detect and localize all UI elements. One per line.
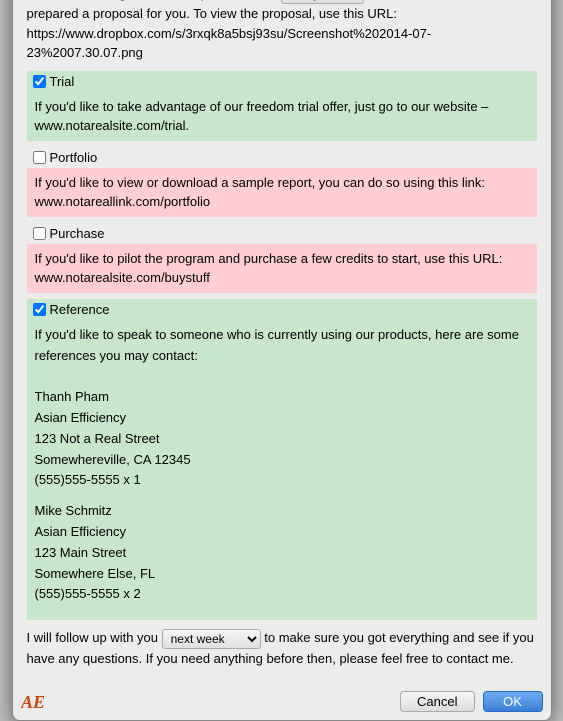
ref2-address: 123 Main Street: [35, 543, 529, 564]
footer-paragraph: I will follow up with you next week tomo…: [27, 628, 537, 668]
ref1-address: 123 Not a Real Street: [35, 429, 529, 450]
intro-paragraph: Thanks for taking the time to speak with…: [27, 0, 537, 63]
footer-line1: I will follow up with you: [27, 630, 159, 645]
reference-checkbox[interactable]: [33, 303, 46, 316]
purchase-label: Purchase: [50, 226, 105, 241]
intro-line2: . As we discussed, I've prepared a propo…: [27, 0, 498, 60]
portfolio-header: Portfolio: [27, 147, 537, 168]
reference-label: Reference: [50, 302, 110, 317]
reference-2: Mike Schmitz Asian Efficiency 123 Main S…: [35, 501, 529, 605]
purchase-section: Purchase If you'd like to pilot the prog…: [27, 223, 537, 293]
trial-label: Trial: [50, 74, 75, 89]
dialog-buttons: Cancel OK: [400, 691, 542, 712]
reference-header: Reference: [27, 299, 537, 320]
purchase-text: If you'd like to pilot the program and p…: [35, 251, 503, 286]
ref1-name: Thanh Pham: [35, 387, 529, 408]
references-container: If you'd like to speak to someone who is…: [35, 325, 529, 605]
ref2-name: Mike Schmitz: [35, 501, 529, 522]
intro-line1: Thanks for taking the time to speak with…: [27, 0, 278, 1]
portfolio-body: If you'd like to view or download a samp…: [27, 168, 537, 217]
reference-body: If you'd like to speak to someone who is…: [27, 320, 537, 620]
button-bar: AE Cancel OK: [13, 684, 551, 720]
portfolio-label: Portfolio: [50, 150, 98, 165]
ae-logo: AE: [21, 690, 51, 712]
trial-body: If you'd like to take advantage of our f…: [27, 92, 537, 141]
portfolio-checkbox[interactable]: [33, 151, 46, 164]
main-window: TextExpander — Follow Up (Mail) Hi , Tha…: [12, 0, 552, 721]
trial-header: Trial: [27, 71, 537, 92]
purchase-header: Purchase: [27, 223, 537, 244]
ref1-phone: (555)555-5555 x 1: [35, 470, 529, 491]
reference-1: Thanh Pham Asian Efficiency 123 Not a Re…: [35, 387, 529, 491]
trial-section: Trial If you'd like to take advantage of…: [27, 71, 537, 141]
ref1-city: Somewhereville, CA 12345: [35, 450, 529, 471]
purchase-body: If you'd like to pilot the program and p…: [27, 244, 537, 293]
portfolio-text: If you'd like to view or download a samp…: [35, 175, 486, 210]
portfolio-section: Portfolio If you'd like to view or downl…: [27, 147, 537, 217]
purchase-checkbox[interactable]: [33, 227, 46, 240]
followup-dropdown[interactable]: next week tomorrow in two weeks: [162, 629, 261, 649]
ref2-phone: (555)555-5555 x 2: [35, 584, 529, 605]
trial-text: If you'd like to take advantage of our f…: [35, 99, 489, 134]
svg-text:AE: AE: [21, 692, 45, 712]
ref2-company: Asian Efficiency: [35, 522, 529, 543]
trial-checkbox[interactable]: [33, 75, 46, 88]
content-area: Hi , Thanks for taking the time to speak…: [13, 0, 551, 684]
today-dropdown[interactable]: today yesterday this week: [281, 0, 364, 4]
cancel-button[interactable]: Cancel: [400, 691, 474, 712]
reference-intro: If you'd like to speak to someone who is…: [35, 325, 529, 367]
ref2-city: Somewhere Else, FL: [35, 564, 529, 585]
ref1-company: Asian Efficiency: [35, 408, 529, 429]
reference-section: Reference If you'd like to speak to some…: [27, 299, 537, 620]
ok-button[interactable]: OK: [483, 691, 543, 712]
